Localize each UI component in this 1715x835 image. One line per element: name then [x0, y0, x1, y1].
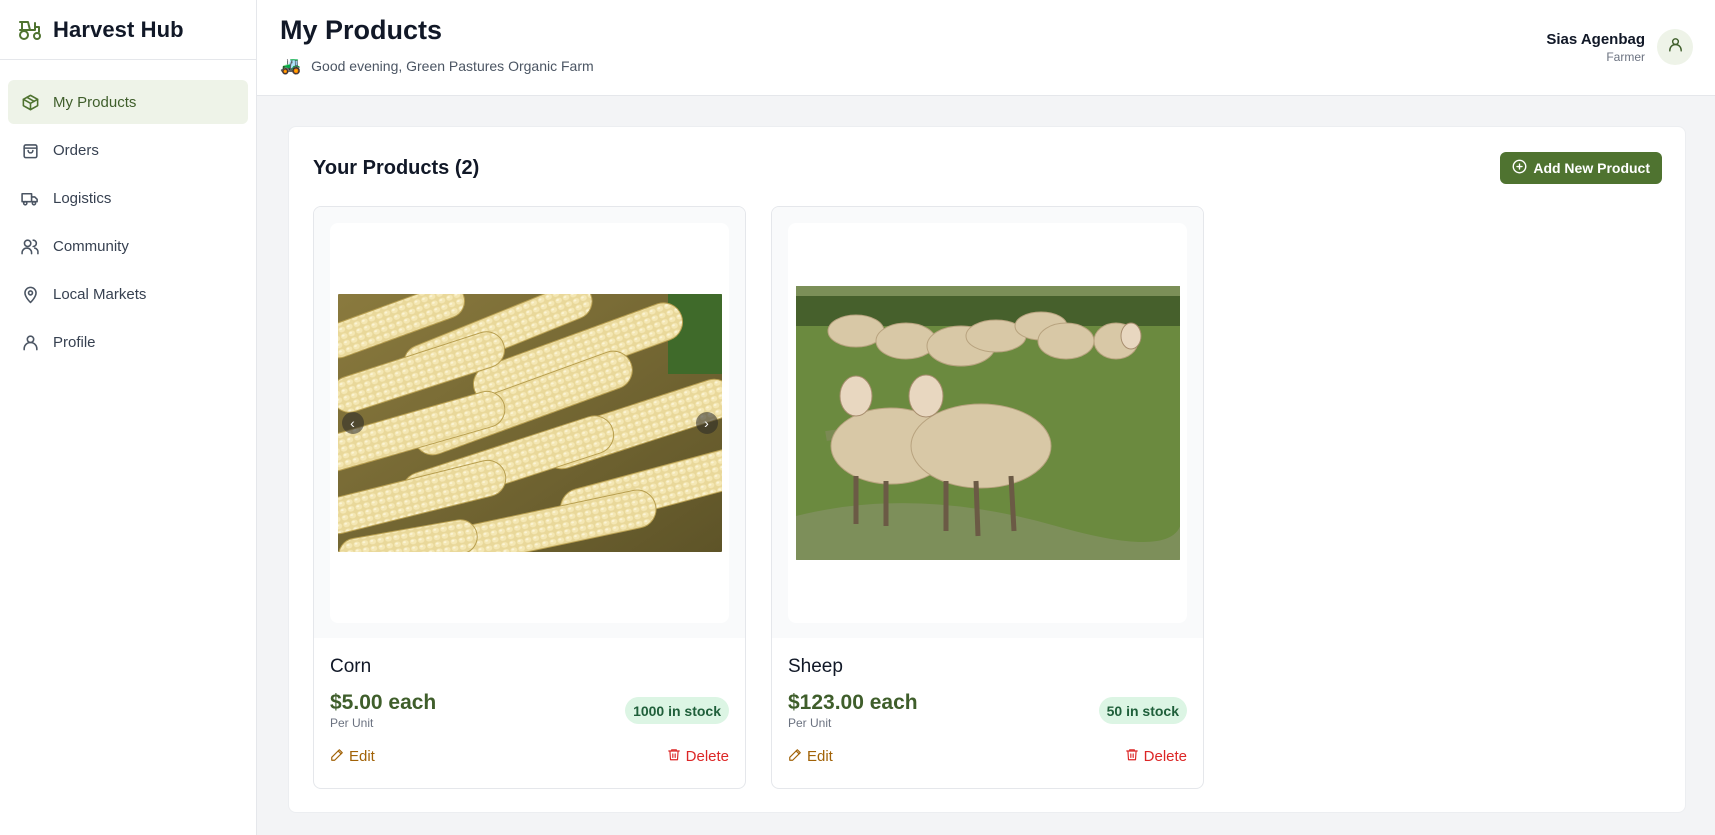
- product-info: Sheep $123.00 each Per Unit 50 in stock: [772, 638, 1203, 766]
- product-info: Corn $5.00 each Per Unit 1000 in stock E…: [314, 638, 745, 766]
- carousel-prev-button[interactable]: ‹: [341, 412, 364, 434]
- users-icon: [20, 236, 40, 256]
- page-title: My Products: [280, 15, 443, 45]
- main-area: My Products 🚜 Good evening, Green Pastur…: [257, 0, 1715, 835]
- product-price: $5.00 each: [330, 691, 437, 714]
- brand-name: Harvest Hub: [53, 16, 184, 42]
- sidebar-item-label: Community: [53, 237, 129, 255]
- sidebar-item-label: Local Markets: [53, 285, 147, 303]
- shopping-bag-icon: [20, 140, 40, 160]
- price-block: $123.00 each Per Unit: [788, 691, 918, 730]
- panel-title: Your Products (2): [313, 156, 480, 179]
- carousel-next-button[interactable]: ›: [695, 412, 718, 434]
- avatar[interactable]: [1657, 29, 1693, 65]
- user-menu[interactable]: Sias Agenbag Farmer: [1546, 29, 1693, 65]
- user-name: Sias Agenbag: [1546, 30, 1645, 48]
- header-left: My Products 🚜 Good evening, Green Pastur…: [280, 15, 594, 76]
- pencil-icon: [788, 748, 802, 766]
- sidebar-item-my-products[interactable]: My Products: [8, 80, 248, 124]
- brand[interactable]: Harvest Hub: [0, 0, 256, 60]
- sidebar-item-logistics[interactable]: Logistics: [8, 176, 248, 220]
- corn-image: ‹ ›: [337, 294, 722, 552]
- trash-icon: [1125, 747, 1139, 766]
- sidebar-item-label: Profile: [53, 333, 96, 351]
- delete-button[interactable]: Delete: [1125, 747, 1187, 766]
- delete-label: Delete: [685, 748, 729, 766]
- product-media: [772, 207, 1203, 638]
- pencil-icon: [330, 748, 344, 766]
- card-actions: Edit Delete: [330, 747, 729, 766]
- sidebar-item-label: My Products: [53, 93, 137, 111]
- sidebar-item-orders[interactable]: Orders: [8, 128, 248, 172]
- edit-label: Edit: [349, 748, 375, 766]
- package-icon: [20, 92, 40, 112]
- price-block: $5.00 each Per Unit: [330, 691, 436, 730]
- content: Your Products (2) Add New Product ‹ › Co…: [257, 96, 1715, 813]
- sidebar-item-label: Orders: [53, 141, 99, 159]
- sidebar-nav: My Products Orders Logistics Community L…: [0, 60, 256, 364]
- stock-badge: 50 in stock: [1098, 697, 1187, 725]
- greeting: 🚜 Good evening, Green Pastures Organic F…: [280, 56, 594, 76]
- price-unit: Per Unit: [788, 716, 832, 731]
- sidebar-item-local-markets[interactable]: Local Markets: [8, 272, 248, 316]
- sidebar-item-label: Logistics: [53, 189, 112, 207]
- add-button-label: Add New Product: [1533, 160, 1650, 176]
- page-header: My Products 🚜 Good evening, Green Pastur…: [257, 0, 1715, 96]
- product-name: Sheep: [788, 656, 843, 677]
- image-frame: [788, 223, 1187, 623]
- price-row: $5.00 each Per Unit 1000 in stock: [330, 691, 729, 730]
- tractor-emoji-icon: 🚜: [280, 55, 302, 75]
- price-row: $123.00 each Per Unit 50 in stock: [788, 691, 1187, 730]
- panel-header: Your Products (2) Add New Product: [313, 151, 1662, 185]
- user-info: Sias Agenbag Farmer: [1546, 31, 1645, 64]
- edit-button[interactable]: Edit: [330, 747, 375, 766]
- sidebar: Harvest Hub My Products Orders Logistics…: [0, 0, 257, 835]
- product-grid: ‹ › Corn $5.00 each Per Unit 1000 in sto…: [313, 206, 1662, 789]
- user-avatar-icon: [1667, 36, 1684, 58]
- greeting-text: Good evening, Green Pastures Organic Far…: [311, 57, 594, 74]
- add-new-product-button[interactable]: Add New Product: [1500, 152, 1662, 184]
- trash-icon: [667, 747, 681, 766]
- delete-label: Delete: [1143, 748, 1187, 766]
- product-card: ‹ › Corn $5.00 each Per Unit 1000 in sto…: [313, 206, 746, 789]
- stock-badge: 1000 in stock: [625, 697, 729, 725]
- user-role: Farmer: [1606, 49, 1645, 64]
- product-price: $123.00 each: [788, 691, 918, 714]
- map-pin-icon: [20, 284, 40, 304]
- edit-label: Edit: [807, 748, 833, 766]
- product-media: ‹ ›: [314, 207, 745, 638]
- sidebar-item-community[interactable]: Community: [8, 224, 248, 268]
- truck-icon: [20, 188, 40, 208]
- delete-button[interactable]: Delete: [667, 747, 729, 766]
- products-panel: Your Products (2) Add New Product ‹ › Co…: [288, 126, 1686, 813]
- plus-circle-icon: [1512, 159, 1527, 177]
- price-unit: Per Unit: [330, 716, 374, 731]
- sheep-image: [795, 286, 1180, 560]
- sidebar-item-profile[interactable]: Profile: [8, 320, 248, 364]
- tractor-icon: [17, 17, 43, 43]
- app-root: Harvest Hub My Products Orders Logistics…: [0, 0, 1715, 835]
- image-carousel: ‹ ›: [330, 223, 729, 623]
- product-name: Corn: [330, 656, 372, 677]
- product-card: Sheep $123.00 each Per Unit 50 in stock: [771, 206, 1204, 789]
- card-actions: Edit Delete: [788, 747, 1187, 766]
- edit-button[interactable]: Edit: [788, 747, 833, 766]
- user-icon: [20, 332, 40, 352]
